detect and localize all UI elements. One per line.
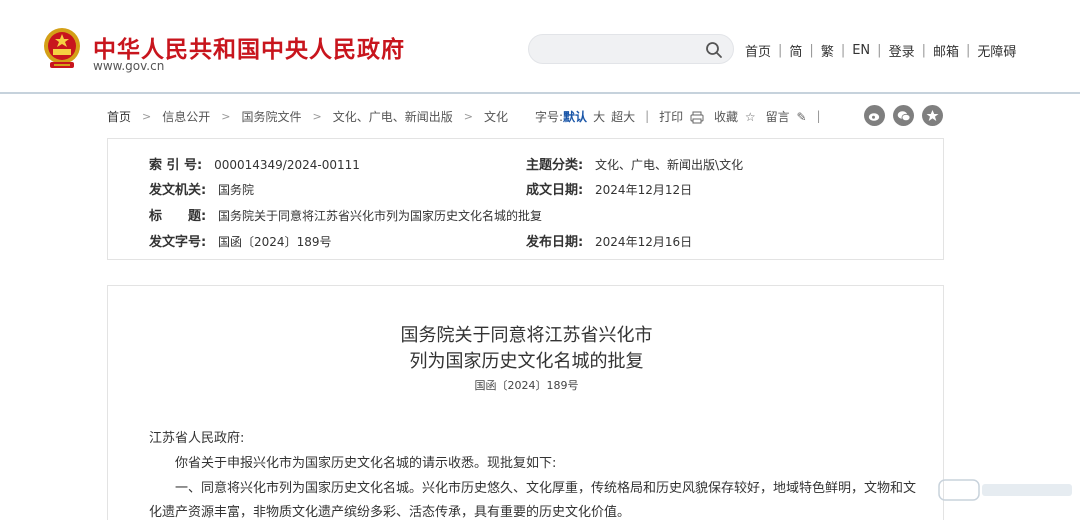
nav-separator: | bbox=[921, 43, 926, 58]
nav-home[interactable]: 首页 bbox=[745, 41, 771, 60]
star-icon: ☆ bbox=[744, 110, 756, 124]
tools-divider: | bbox=[645, 109, 650, 123]
meta-date-row: 成文日期: 2024年12月12日 bbox=[526, 179, 692, 198]
meta-title-value: 国务院关于同意将江苏省兴化市列为国家历史文化名城的批复 bbox=[218, 209, 543, 223]
breadcrumb-info-public[interactable]: 信息公开 bbox=[162, 108, 210, 125]
breadcrumb-home[interactable]: 首页 bbox=[107, 108, 131, 125]
article-tools: 字号: 默认 大 超大 | 打印 收藏 ☆ 留言 ✎ | bbox=[535, 104, 831, 128]
font-size-default[interactable]: 默认 bbox=[563, 108, 587, 125]
nav-separator: | bbox=[965, 43, 971, 58]
nav-english[interactable]: EN bbox=[852, 43, 870, 58]
comment-label: 留言 bbox=[765, 109, 790, 124]
meta-issuer-label: 发文机关: bbox=[149, 183, 207, 198]
nav-mail[interactable]: 邮箱 bbox=[933, 41, 959, 60]
site-header: 中华人民共和国中央人民政府 www.gov.cn 首页 | 简 | 繁 | EN | 登… bbox=[0, 0, 1080, 94]
favorite-button[interactable]: 收藏 ☆ bbox=[714, 108, 756, 125]
wechat-icon[interactable] bbox=[893, 105, 914, 126]
font-size-xlarge[interactable]: 超大 bbox=[611, 108, 635, 125]
favorite-label: 收藏 bbox=[713, 109, 738, 124]
site-url[interactable]: www.gov.cn bbox=[93, 59, 164, 73]
meta-title-row: 标 题: 国务院关于同意将江苏省兴化市列为国家历史文化名城的批复 bbox=[149, 205, 542, 224]
watermark-logo bbox=[938, 479, 1072, 501]
paragraph-1-line-1: 一、同意将兴化市列为国家历史文化名城。兴化市历史悠久、文化厚重，传统格局和历史风… bbox=[175, 481, 917, 496]
nav-login[interactable]: 登录 bbox=[889, 41, 915, 60]
meta-issuer-value: 国务院 bbox=[218, 183, 255, 197]
salutation: 江苏省人民政府: bbox=[149, 431, 245, 446]
meta-topic-label: 主题分类: bbox=[526, 158, 584, 173]
meta-index-row: 索 引 号: 000014349/2024-00111 bbox=[149, 154, 360, 173]
nav-simplified[interactable]: 简 bbox=[789, 41, 802, 60]
tools-divider: | bbox=[816, 109, 821, 123]
qzone-icon[interactable] bbox=[922, 105, 943, 126]
nav-separator: | bbox=[778, 43, 783, 58]
meta-docno-row: 发文字号: 国函〔2024〕189号 bbox=[149, 231, 331, 250]
national-emblem-logo[interactable] bbox=[42, 26, 82, 72]
nav-separator: | bbox=[840, 43, 846, 58]
meta-title-label: 标 题: bbox=[149, 209, 207, 224]
search-icon[interactable] bbox=[705, 41, 723, 59]
meta-topic-value: 文化、广电、新闻出版\文化 bbox=[595, 158, 744, 172]
document-number: 国函〔2024〕189号 bbox=[474, 379, 579, 392]
meta-docno-label: 发文字号: bbox=[149, 235, 207, 250]
document-metadata-panel: 索 引 号: 000014349/2024-00111 主题分类: 文化、广电、… bbox=[107, 138, 944, 260]
meta-topic-row: 主题分类: 文化、广电、新闻出版\文化 bbox=[526, 154, 743, 173]
meta-date-value: 2024年12月12日 bbox=[595, 183, 693, 197]
paragraph-intro: 你省关于申报兴化市为国家历史文化名城的请示收悉。现批复如下: bbox=[175, 456, 557, 471]
paragraph-1-line-2: 化遗产资源丰富，非物质文化遗产缤纷多彩、活态传承，具有重要的历史文化价值。 bbox=[149, 505, 631, 520]
document-title-line1: 国务院关于同意将江苏省兴化市 bbox=[400, 325, 653, 346]
breadcrumb-state-council-docs[interactable]: 国务院文件 bbox=[241, 108, 301, 125]
chevron-right-icon: > bbox=[142, 109, 152, 123]
meta-issuer-row: 发文机关: 国务院 bbox=[149, 179, 254, 198]
print-button[interactable]: 打印 bbox=[659, 108, 704, 125]
breadcrumb-culture[interactable]: 文化 bbox=[484, 108, 508, 125]
document-title-line2: 列为国家历史文化名城的批复 bbox=[409, 351, 644, 372]
meta-publish-value: 2024年12月16日 bbox=[595, 235, 693, 249]
search-input[interactable] bbox=[543, 40, 703, 58]
font-size-large[interactable]: 大 bbox=[593, 108, 605, 125]
font-size-label: 字号: bbox=[535, 109, 564, 124]
document-body: 国务院关于同意将江苏省兴化市 列为国家历史文化名城的批复 国函〔2024〕189… bbox=[107, 285, 944, 520]
meta-index-label: 索 引 号: bbox=[149, 158, 203, 173]
share-icons bbox=[864, 105, 943, 126]
breadcrumb-culture-media[interactable]: 文化、广电、新闻出版 bbox=[333, 108, 453, 125]
nav-separator: | bbox=[877, 43, 882, 58]
nav-separator: | bbox=[809, 43, 814, 58]
comment-button[interactable]: 留言 ✎ bbox=[766, 108, 807, 125]
weibo-icon[interactable] bbox=[864, 105, 885, 126]
print-icon bbox=[690, 111, 704, 123]
meta-publish-row: 发布日期: 2024年12月16日 bbox=[526, 231, 692, 250]
chevron-right-icon: > bbox=[312, 109, 322, 123]
nav-accessibility[interactable]: 无障碍 bbox=[977, 41, 1016, 60]
nav-traditional[interactable]: 繁 bbox=[821, 41, 834, 60]
chevron-right-icon: > bbox=[463, 109, 473, 123]
meta-docno-value: 国函〔2024〕189号 bbox=[218, 235, 332, 249]
meta-publish-label: 发布日期: bbox=[526, 235, 584, 250]
top-nav: 首页 | 简 | 繁 | EN | 登录 | 邮箱 | 无障碍 bbox=[745, 41, 1016, 60]
chevron-right-icon: > bbox=[221, 109, 231, 123]
meta-index-value: 000014349/2024-00111 bbox=[214, 158, 360, 172]
meta-date-label: 成文日期: bbox=[526, 183, 584, 198]
search-box[interactable] bbox=[528, 34, 734, 64]
print-label: 打印 bbox=[659, 109, 684, 124]
pencil-icon: ✎ bbox=[796, 110, 807, 124]
